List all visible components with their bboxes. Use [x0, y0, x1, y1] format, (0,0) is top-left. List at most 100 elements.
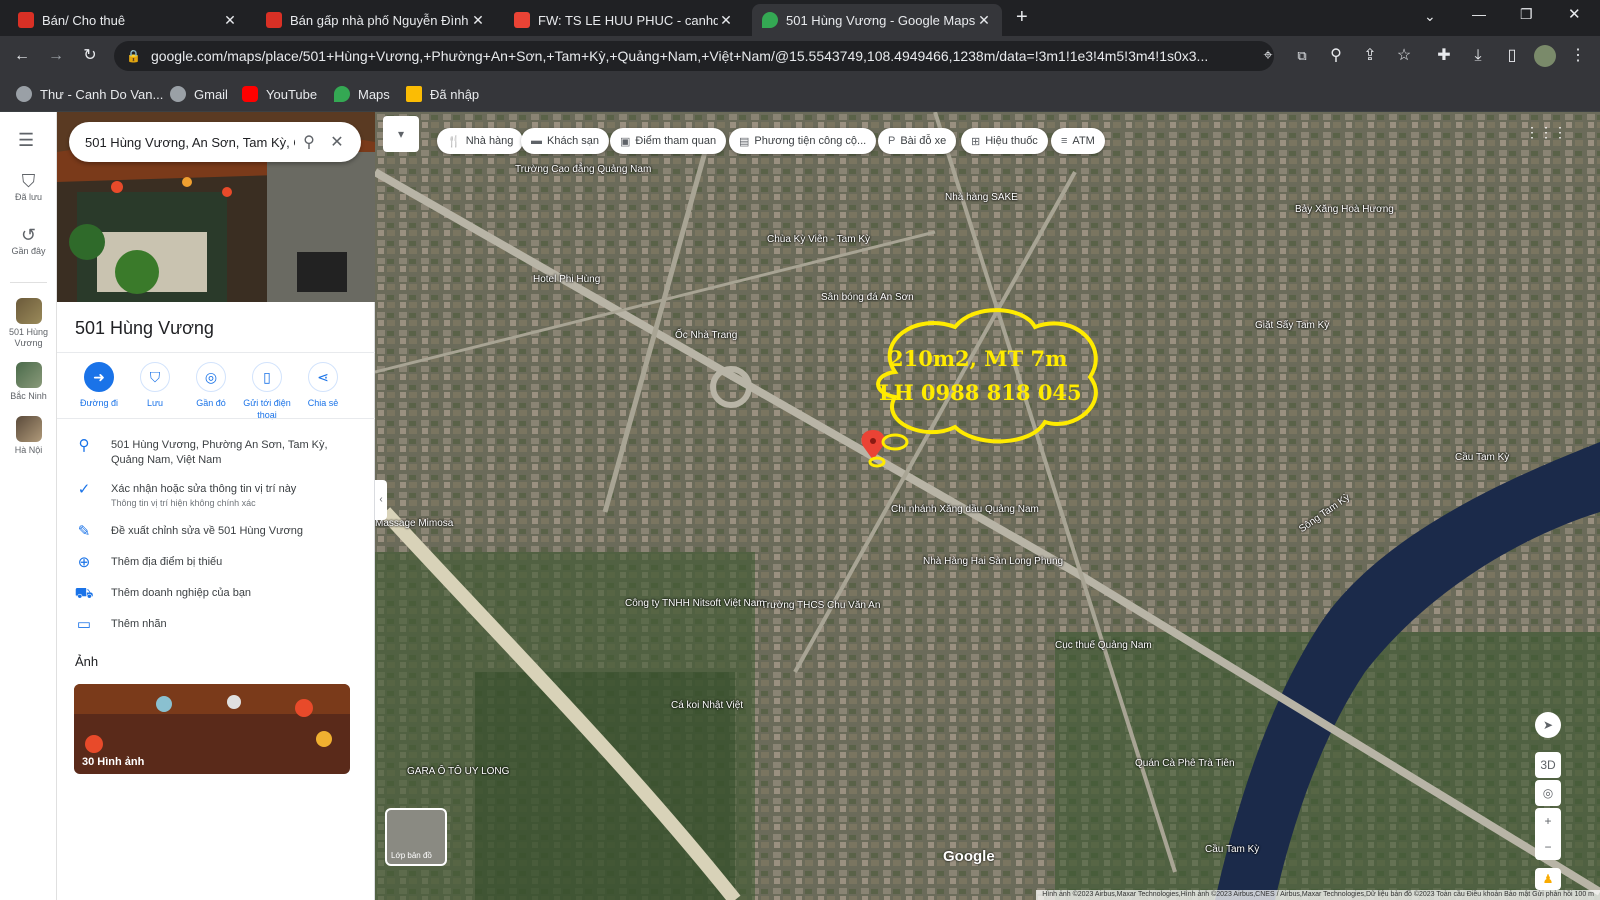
youtube-icon — [242, 86, 258, 102]
zoom-controls: + − — [1535, 808, 1561, 860]
chip-atm[interactable]: ≡ ATM — [1051, 128, 1105, 154]
map-label[interactable]: Massage Mimosa — [375, 518, 453, 529]
collapse-panel-icon[interactable]: ▾ — [383, 116, 419, 152]
my-location-icon[interactable]: ◎ — [1535, 780, 1561, 806]
back-icon[interactable]: ← — [10, 44, 34, 68]
chip-parking[interactable]: P Bài đỗ xe — [878, 128, 957, 154]
tab-close-icon[interactable]: ✕ — [222, 12, 238, 29]
save-button[interactable]: ⛉ Lưu — [127, 362, 183, 409]
new-tab-button[interactable]: + — [1016, 6, 1028, 29]
bookmark-youtube[interactable]: YouTube — [242, 84, 317, 104]
zoom-out-icon[interactable]: − — [1535, 834, 1561, 860]
address-row[interactable]: ⚲ 501 Hùng Vương, Phường An Sơn, Tam Kỳ,… — [57, 438, 375, 468]
tab-title: Bán/ Cho thuê — [42, 12, 126, 28]
directions-button[interactable]: ➜ Đường đi — [71, 362, 127, 409]
restore-icon[interactable]: ❐ — [1520, 6, 1533, 23]
rail-history-ha-noi[interactable]: Hà Nội — [4, 416, 53, 456]
nearby-button[interactable]: ◎ Gần đó — [183, 362, 239, 409]
send-to-phone-button[interactable]: ▯ Gửi tới điện thoại — [239, 362, 295, 421]
history-icon: ↺ — [20, 225, 37, 245]
close-window-icon[interactable]: ✕ — [1568, 5, 1581, 23]
rail-recent[interactable]: ↺ Gần đây — [4, 224, 53, 257]
map-label[interactable]: Cá koi Nhật Việt — [671, 700, 743, 711]
map-label[interactable]: Nhà Hàng Hai Sàn Long Phụng — [923, 556, 1063, 567]
clear-search-icon[interactable]: ✕ — [323, 132, 351, 152]
share-page-icon[interactable]: ⇪ — [1358, 44, 1382, 68]
bookmark-gmail[interactable]: Gmail — [170, 84, 228, 104]
add-label-text: Thêm nhãn — [111, 618, 167, 630]
map-label[interactable]: Công ty TNHH Nitsoft Việt Nam — [625, 598, 765, 609]
apps-grid-icon[interactable]: ⋮⋮⋮ — [1525, 124, 1567, 141]
minimize-icon[interactable]: — — [1472, 6, 1486, 22]
forward-icon[interactable]: → — [44, 44, 68, 68]
photos-card[interactable]: 30 Hình ảnh — [74, 684, 350, 774]
chip-restaurants[interactable]: 🍴 Nhà hàng — [437, 128, 524, 154]
bookmark-thu-canh[interactable]: Thư - Canh Do Van... — [16, 84, 163, 104]
map-label[interactable]: Cầu Tam Kỳ — [1455, 452, 1509, 463]
map-label[interactable]: Hotel Phi Hùng — [533, 274, 600, 285]
tab-search-icon[interactable]: ⌄ — [1424, 8, 1436, 25]
open-in-app-icon[interactable]: ⧉ — [1290, 44, 1314, 68]
layers-button[interactable]: Lớp bản đồ — [385, 808, 447, 866]
zoom-icon[interactable]: ⚲ — [1324, 44, 1348, 68]
map-label[interactable]: Chùa Kỳ Viên - Tam Kỳ — [767, 234, 870, 245]
tab-close-icon[interactable]: ✕ — [718, 12, 734, 29]
hamburger-menu-icon[interactable]: ☰ — [18, 130, 34, 151]
tab-close-icon[interactable]: ✕ — [470, 12, 486, 29]
verify-location-row[interactable]: ✓ Xác nhận hoặc sửa thông tin vị trí này… — [57, 482, 375, 509]
search-box[interactable]: 501 Hùng Vương, An Sơn, Tam Kỳ, Qu ⚲ ✕ — [69, 122, 361, 162]
share-button[interactable]: ⋖ Chia sẻ — [295, 362, 351, 409]
download-icon[interactable]: ⤓ — [1466, 44, 1490, 68]
place-thumbnail — [15, 298, 42, 324]
chip-pharmacy[interactable]: ⊞ Hiệu thuốc — [961, 128, 1048, 154]
address-bar[interactable]: 🔒 google.com/maps/place/501+Hùng+Vương,+… — [114, 41, 1274, 71]
chip-attractions[interactable]: ▣ Điểm tham quan — [610, 128, 727, 154]
map-label[interactable]: Chi nhánh Xăng dầu Quảng Nam — [891, 504, 1039, 515]
rail-saved[interactable]: ⛉ Đã lưu — [4, 170, 53, 203]
reload-icon[interactable]: ↻ — [78, 44, 102, 68]
zoom-in-icon[interactable]: + — [1535, 808, 1561, 834]
tab-close-icon[interactable]: ✕ — [976, 12, 992, 29]
bookmark-maps[interactable]: Maps — [334, 84, 390, 104]
rail-history-501-hung-vuong[interactable]: 501 Hùng Vương — [4, 298, 53, 349]
compass-icon[interactable]: ➤ — [1535, 712, 1561, 738]
map-label[interactable]: Trường Cao đẳng Quảng Nam — [515, 164, 651, 175]
map-attribution[interactable]: Hình ảnh ©2023 Airbus,Maxar Technologies… — [1036, 890, 1600, 900]
collapse-sidebar-icon[interactable]: ‹ — [375, 480, 387, 520]
bookmark-folder-da-nhap[interactable]: Đã nhập — [406, 84, 479, 104]
tab-google-maps[interactable]: 501 Hùng Vương - Google Maps ✕ — [752, 4, 1002, 36]
verify-text: Xác nhận hoặc sửa thông tin vị trí này — [111, 483, 297, 495]
side-panel-icon[interactable]: ▯ — [1500, 44, 1524, 68]
map-label[interactable]: Cầu Tam Kỳ — [1205, 844, 1259, 855]
suggest-edit-row[interactable]: ✎ Đề xuất chỉnh sửa về 501 Hùng Vương — [57, 524, 375, 539]
add-missing-place-row[interactable]: ⊕ Thêm địa điểm bị thiếu — [57, 555, 375, 570]
map-label[interactable]: Trường THCS Chu Văn An — [761, 600, 880, 611]
bookmark-icon: ⛉ — [140, 362, 170, 392]
chip-transit[interactable]: ▤ Phương tiện công cộ... — [729, 128, 877, 154]
tab-ban-cho-thue[interactable]: Bán/ Cho thuê ✕ — [8, 4, 248, 36]
pegman-icon[interactable]: ♟ — [1535, 868, 1561, 890]
bookmark-star-icon[interactable]: ☆ — [1392, 44, 1416, 68]
map-label[interactable]: Ốc Nhà Trang — [675, 330, 737, 341]
map-label[interactable]: Giặt Sấy Tam Kỳ — [1255, 320, 1329, 331]
rail-history-bac-ninh[interactable]: Bắc Ninh — [4, 362, 53, 402]
satellite-map[interactable]: ▾ 🍴 Nhà hàng ▬ Khách sạn ▣ Điểm tham quan ▤… — [375, 112, 1600, 900]
chip-hotels[interactable]: ▬ Khách sạn — [521, 128, 609, 154]
map-label[interactable]: Bảy Xăng Hoà Hương — [1295, 204, 1394, 215]
search-icon[interactable]: ⚲ — [295, 132, 323, 152]
profile-avatar[interactable] — [1534, 45, 1556, 67]
map-label[interactable]: Quán Cà Phê Trà Tiên — [1135, 758, 1235, 769]
tab-ban-gap-nha[interactable]: Bán gấp nhà phố Nguyễn Đình C ✕ — [256, 4, 496, 36]
add-label-row[interactable]: ▭ Thêm nhãn — [57, 617, 375, 632]
location-icon[interactable]: ⌖ — [1256, 44, 1280, 68]
search-input[interactable]: 501 Hùng Vương, An Sơn, Tam Kỳ, Qu — [85, 135, 295, 150]
map-label[interactable]: GARA Ô TÔ UY LONG — [407, 766, 509, 777]
divider — [57, 418, 375, 419]
extensions-icon[interactable]: ✚ — [1432, 44, 1456, 68]
map-label[interactable]: Cục thuế Quảng Nam — [1055, 640, 1152, 651]
menu-kebab-icon[interactable]: ⋮ — [1566, 44, 1590, 68]
map-label[interactable]: Nhà hàng SAKE — [945, 192, 1018, 203]
tilt-3d-button[interactable]: 3D — [1535, 752, 1561, 778]
tab-gmail[interactable]: FW: TS LE HUU PHUC - canhd06p ✕ — [504, 4, 744, 36]
add-business-row[interactable]: ⛟ Thêm doanh nghiệp của bạn — [57, 586, 375, 601]
